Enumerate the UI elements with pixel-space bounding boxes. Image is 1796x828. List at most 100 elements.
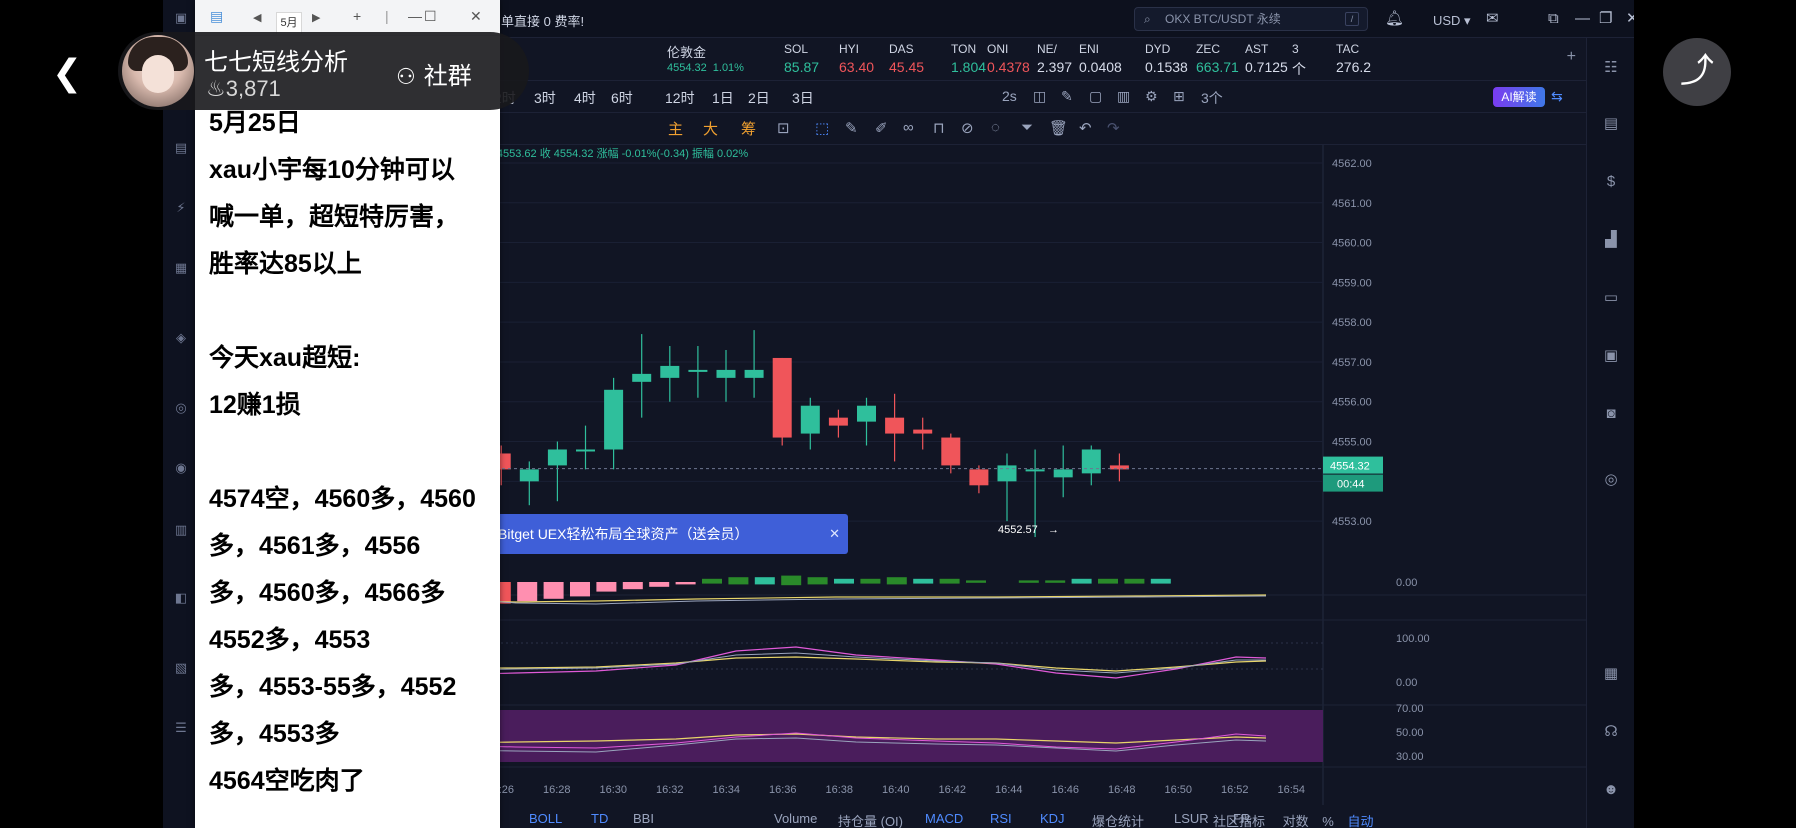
redo-icon[interactable]: ↷ <box>1107 119 1120 137</box>
doc-minimize-icon[interactable]: — <box>408 8 422 24</box>
ticker-item[interactable]: DYD 0.1538 <box>1145 42 1188 77</box>
timeframe-9[interactable]: 6时 <box>611 88 633 108</box>
flash-nav-icon[interactable]: ⚡ <box>171 198 191 218</box>
brush-icon[interactable]: ✐ <box>875 119 888 137</box>
news-nav-icon[interactable]: ▥ <box>171 520 191 540</box>
ticker-item[interactable]: SOL 85.87 <box>784 42 819 77</box>
more-nav-icon[interactable]: ☰ <box>171 718 191 738</box>
indicator-tab-4[interactable]: 持仓量 (OI) <box>838 811 903 828</box>
edit-icon[interactable]: ⊘ <box>961 119 974 137</box>
ai-analysis-button[interactable]: AI解读 <box>1493 87 1545 107</box>
ticker-item[interactable]: DAS 45.45 <box>889 42 924 77</box>
layout-icon[interactable]: ⊞ <box>1173 88 1185 105</box>
indicator-tab-9[interactable]: LSUR <box>1174 811 1209 826</box>
sidebar-dollar-icon[interactable]: $ <box>1601 172 1621 192</box>
camera-icon[interactable]: ◫ <box>1033 88 1046 105</box>
timeframe-11[interactable]: 1日 <box>712 88 734 108</box>
link-icon[interactable]: ∞ <box>903 119 914 136</box>
new-tab-icon[interactable]: + <box>353 8 361 24</box>
seconds-timeframe[interactable]: 2s <box>1002 88 1017 104</box>
trade-nav-icon[interactable]: ◧ <box>171 588 191 608</box>
currency-select[interactable]: USD ▾ <box>1433 11 1471 31</box>
doc-maximize-icon[interactable]: ☐ <box>424 8 437 25</box>
count-nav-icon[interactable]: ▧ <box>171 658 191 678</box>
candlestick-chart[interactable]: 4562.00 4561.00 4560.00 4559.00 4558.00 4557.… <box>436 145 1586 805</box>
timeframe-12[interactable]: 2日 <box>748 88 770 108</box>
float-window-icon[interactable]: ⧉ <box>1548 9 1559 29</box>
sidebar-robot-icon[interactable]: ◙ <box>1601 404 1621 424</box>
chips-toggle[interactable]: 筹 <box>741 118 756 139</box>
tab-next-icon[interactable]: ▶ <box>312 11 320 24</box>
timeframe-13[interactable]: 3日 <box>792 88 814 108</box>
add-ticker-icon[interactable]: + <box>1567 48 1576 66</box>
ticker-item[interactable]: 伦敦金 4554.32 1.01% <box>667 42 744 74</box>
promo-close-icon[interactable]: ✕ <box>829 514 840 554</box>
share-icon[interactable]: ⤴ <box>1663 38 1731 106</box>
sidebar-orderbook-icon[interactable]: ▤ <box>1601 114 1621 134</box>
close-icon[interactable]: ✕ <box>1626 9 1634 29</box>
share-chart-icon[interactable]: ⇆ <box>1551 88 1563 105</box>
ticker-item[interactable]: ONI 0.4378 <box>987 42 1030 77</box>
channel-avatar[interactable] <box>122 35 194 107</box>
sidebar-grid-icon[interactable]: ☷ <box>1601 58 1621 78</box>
sidebar-monitor-icon[interactable]: ▭ <box>1601 288 1621 308</box>
lock-icon[interactable]: ⊓ <box>933 119 945 137</box>
sidebar-bot-icon[interactable]: ☻ <box>1601 780 1621 800</box>
sidebar-layout-icon[interactable]: ▦ <box>1601 664 1621 684</box>
settings-icon[interactable]: ⚙ <box>1145 88 1158 105</box>
ticker-item[interactable]: 3个 <box>1292 42 1306 77</box>
ticker-item[interactable]: NE/2.397 <box>1037 42 1072 77</box>
doc-close-icon[interactable]: ✕ <box>470 8 482 25</box>
magnet-icon[interactable]: ◌ <box>991 119 1000 136</box>
market-nav-icon[interactable]: ▤ <box>171 138 191 158</box>
asset-nav-icon[interactable]: ◉ <box>171 458 191 478</box>
timeframe-8[interactable]: 4时 <box>574 88 596 108</box>
indicator-tab-7[interactable]: KDJ <box>1040 811 1065 826</box>
indicator-tab-1[interactable]: TD <box>591 811 608 826</box>
ticker-item[interactable]: ENI 0.0408 <box>1079 42 1122 77</box>
symbol-search-input[interactable]: ⌕ OKX BTC/USDT 永续 / <box>1134 7 1368 31</box>
sidebar-etf-icon[interactable]: ▣ <box>1601 346 1621 366</box>
indicator-tab-8[interactable]: 爆仓统计 <box>1092 811 1144 828</box>
sidebar-target-icon[interactable]: ◎ <box>1601 470 1621 490</box>
ticker-item[interactable]: HYI 63.40 <box>839 42 874 77</box>
data-nav-icon[interactable]: ▦ <box>171 258 191 278</box>
channel-name[interactable]: 七七短线分析 <box>204 42 348 77</box>
sidebar-headset-icon[interactable]: ☊ <box>1601 722 1621 742</box>
tab-prev-icon[interactable]: ◀ <box>253 11 261 24</box>
bell-icon[interactable]: 🔔︎ <box>1385 9 1404 29</box>
indicator-tab-10[interactable]: FR <box>1233 811 1250 826</box>
indicator-tab-3[interactable]: Volume <box>774 811 817 826</box>
draw-icon[interactable]: ✎ <box>1061 88 1073 105</box>
trash-icon[interactable]: 🗑︎ <box>1049 119 1068 137</box>
big-toggle[interactable]: 大 <box>703 118 718 139</box>
indicator-tab-5[interactable]: MACD <box>925 811 963 826</box>
minimize-icon[interactable]: — <box>1575 9 1590 29</box>
ticker-item[interactable]: TAC 276.2 <box>1336 42 1371 77</box>
main-toggle[interactable]: 主 <box>668 118 683 139</box>
undo-icon[interactable]: ↶ <box>1079 119 1092 137</box>
sidebar-chart-icon[interactable]: ▟ <box>1601 230 1621 250</box>
restore-icon[interactable]: ❐ <box>1599 9 1612 29</box>
mail-icon[interactable]: ✉ <box>1486 9 1499 29</box>
back-arrow-icon[interactable]: ❮ <box>52 55 82 91</box>
ticker-item[interactable]: AST 0.7125 <box>1245 42 1288 77</box>
indicator-tab-0[interactable]: BOLL <box>529 811 562 826</box>
indicator-tab-2[interactable]: BBI <box>633 811 654 826</box>
comment-icon[interactable]: ▢ <box>1089 88 1102 105</box>
web-nav-icon[interactable]: ◎ <box>171 398 191 418</box>
timeframe-10[interactable]: 12时 <box>665 88 695 108</box>
chart-type-icon[interactable]: ▥ <box>1117 88 1130 105</box>
chart-count-select[interactable]: 3个 <box>1201 88 1223 108</box>
ticker-item[interactable]: TON 1.804 <box>951 42 986 77</box>
select-tool-icon[interactable]: ⬚ <box>815 119 829 137</box>
document-tab[interactable]: 5月 <box>276 12 302 34</box>
indicator-tab-6[interactable]: RSI <box>990 811 1012 826</box>
promo-text[interactable]: 单直接 0 费率! <box>501 11 584 30</box>
pencil-icon[interactable]: ✎ <box>845 119 858 137</box>
group-button[interactable]: ⚇ 社群 <box>396 56 472 91</box>
timeframe-7[interactable]: 3时 <box>534 88 556 108</box>
ticker-item[interactable]: ZEC 663.71 <box>1196 42 1239 77</box>
strategy-nav-icon[interactable]: ◈ <box>171 328 191 348</box>
filter-icon[interactable]: ⏷ <box>1021 119 1033 136</box>
